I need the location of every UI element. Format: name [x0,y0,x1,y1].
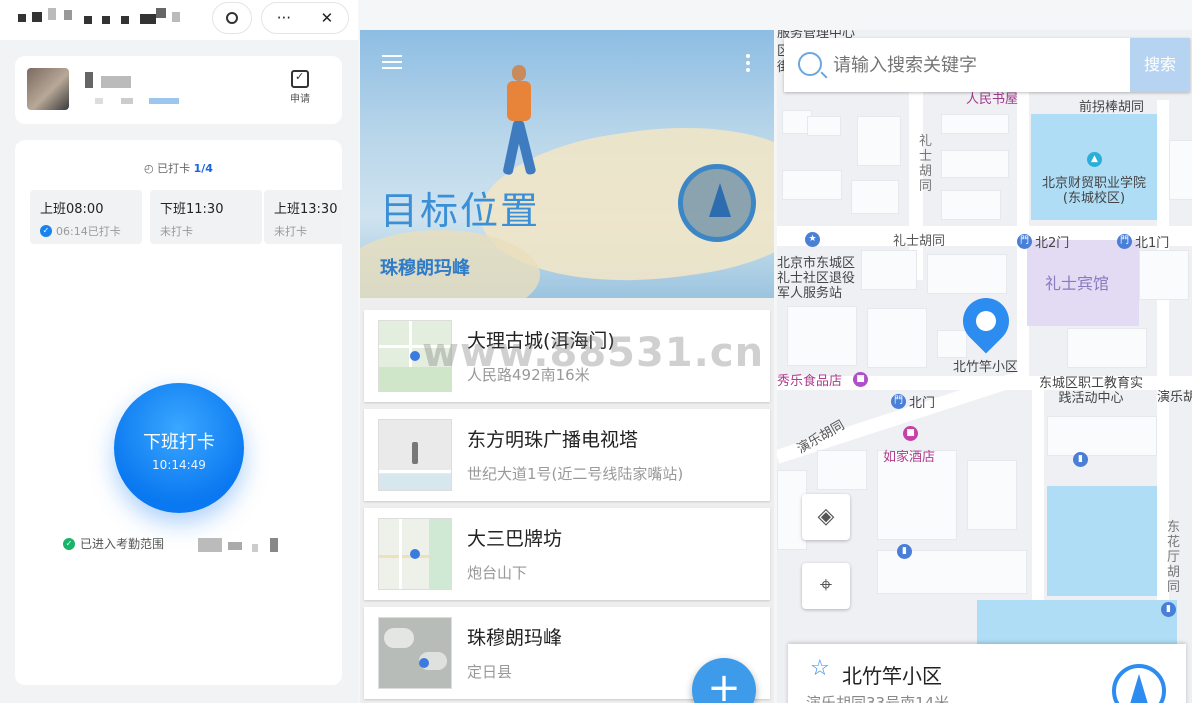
landmark-icon: ★ [805,232,820,247]
map-label: 北竹竿小区 [953,360,1019,375]
map-thumbnail [378,518,452,590]
calendar-check-icon [291,70,309,88]
punch-label: 下班打卡 [143,432,215,453]
place-detail-card[interactable]: ☆ 北竹竿小区 演乐胡同33号南14米 [788,644,1186,703]
school-icon: ▲ [1087,152,1102,167]
hotel-icon: ■ [903,426,918,441]
map-label: 演乐胡 [1157,390,1192,405]
gate-icon: 門 [1017,234,1032,249]
check-icon: ✓ [40,225,52,237]
watermark-text: www.88531.cn [422,330,765,376]
map-thumbnail [378,617,452,689]
compass-icon[interactable] [678,164,756,242]
punch-out-button[interactable]: 下班打卡 10:14:49 [114,383,244,513]
map-label: 前拐棒胡同 [1079,100,1145,115]
current-target-name: 珠穆朗玛峰 [380,258,470,279]
place-address: 演乐胡同33号南14米 [806,694,950,703]
map-label: 人民书屋 [966,92,1019,107]
map-label: 礼士宾馆 [1045,274,1110,293]
star-icon[interactable]: ☆ [810,656,830,681]
shift-list: 上班08:00 ✓ 06:14已打卡 下班11:30 未打卡 上班13:30 未打… [30,190,342,244]
more-button[interactable]: ··· ✕ [261,2,349,34]
locate-button[interactable]: ⌖ [802,563,850,609]
layers-button[interactable]: ◈ [802,494,850,540]
place-name: 北竹竿小区 [842,664,942,688]
map-label: 礼士胡同 [919,134,933,194]
shift-time: 下班11:30 [160,202,224,217]
restaurant-icon: ▮ [1161,602,1176,617]
shift-item[interactable]: 上班13:30 未打卡 [264,190,342,244]
punch-status: ◴ 已打卡 1/4 [15,160,342,176]
map-panel[interactable]: 服务管理中心 区 街 人民书屋 前拐棒胡同 礼士胡同 ▲ 北京财贸职业学院(东城… [777,30,1192,703]
crosshair-icon: ⌖ [819,573,833,598]
map-label: 北京财贸职业学院(东城校区) [1041,176,1146,206]
blurred-location [170,536,300,552]
map-label: 北2门 [1035,236,1070,251]
shift-time: 上班08:00 [40,202,104,217]
map-label: 秀乐食品店 [777,374,843,389]
user-card: 申请 [15,56,342,124]
map-label: 东花厅胡同 [1167,520,1181,595]
place-address: 世纪大道1号(近二号线陆家嘴站) [467,465,684,483]
header-banner: 目标位置 珠穆朗玛峰 [360,30,774,298]
support-button[interactable] [212,2,252,34]
place-address: 炮台山下 [467,564,528,582]
map-label: 北门 [909,396,936,411]
shift-status: 未打卡 [274,225,307,238]
list-item[interactable]: 大三巴牌坊 炮台山下 [364,508,770,600]
shift-time: 上班13:30 [274,202,338,217]
close-icon[interactable]: ✕ [321,9,334,27]
place-address: 定日县 [467,663,513,681]
shift-status: 未打卡 [160,225,193,238]
apply-label: 申请 [290,94,310,105]
place-name: 东方明珠广播电视塔 [467,429,639,451]
blurred-app-title [18,8,183,26]
shop-icon: ■ [853,372,868,387]
search-button[interactable]: 搜索 [1130,38,1190,92]
gate-icon: 門 [1117,234,1132,249]
punch-status-label: 已打卡 [157,162,191,175]
range-status: ✓ 已进入考勤范围 [63,535,300,552]
gate-icon: 門 [891,394,906,409]
traveler-figure [495,65,545,185]
avatar [27,68,69,110]
punch-time: 10:14:49 [152,458,206,472]
shift-status: 06:14已打卡 [56,225,121,238]
layers-icon: ◈ [817,504,835,529]
mini-program-topbar: ··· ✕ [0,0,358,40]
map-label: 礼士胡同 [893,234,946,249]
menu-icon[interactable] [382,55,402,73]
search-bar: 搜索 [784,38,1190,92]
search-icon [798,52,822,76]
list-item[interactable]: 东方明珠广播电视塔 世纪大道1号(近二号线陆家嘴站) [364,409,770,501]
more-icon: ··· [276,9,292,27]
map-label: 北京市东城区礼士社区退役军人服务站 [777,256,856,301]
map-label: 北1门 [1135,236,1170,251]
attendance-panel: ··· ✕ 申请 ◴ 已打卡 1/4 上班08:00 ✓ 06:14已打卡 [0,0,358,703]
place-name: 大三巴牌坊 [467,528,563,550]
search-input[interactable] [833,50,1123,80]
range-text: 已进入考勤范围 [80,537,165,551]
navigate-icon[interactable] [1112,664,1166,703]
punch-card-panel: ◴ 已打卡 1/4 上班08:00 ✓ 06:14已打卡 下班11:30 未打卡 … [15,140,342,685]
water-area [1047,486,1157,596]
restaurant-icon: ▮ [897,544,912,559]
shift-item[interactable]: 上班08:00 ✓ 06:14已打卡 [30,190,142,244]
map-label: 东城区职工教育实践活动中心 [1038,376,1143,406]
check-icon: ✓ [63,537,75,550]
map-thumbnail [378,419,452,491]
apply-button[interactable]: 申请 [286,70,314,105]
clock-icon: ◴ [144,162,154,175]
headset-icon [226,12,238,24]
place-name: 珠穆朗玛峰 [467,627,563,649]
more-vert-icon[interactable] [746,54,750,75]
shift-item[interactable]: 下班11:30 未打卡 [150,190,262,244]
restaurant-icon: ▮ [1073,452,1088,467]
punch-status-count: 1/4 [193,162,213,175]
target-location-panel: 目标位置 珠穆朗玛峰 大理古城(洱海门) 人民路492南16米 东方明珠广播电视… [360,30,774,703]
map-label: 如家酒店 [883,450,936,465]
page-title: 目标位置 [380,189,541,233]
